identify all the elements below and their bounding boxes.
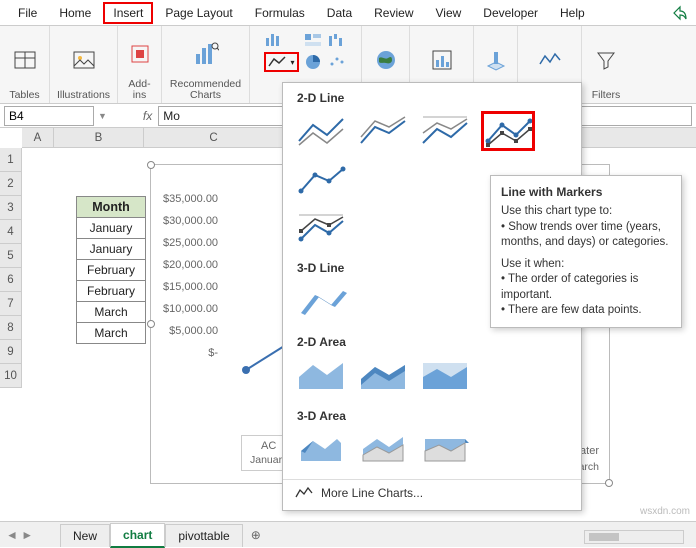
tab-help[interactable]: Help <box>550 2 595 24</box>
add-sheet-button[interactable]: ⊕ <box>243 524 269 546</box>
100stacked-area[interactable] <box>419 355 473 395</box>
more-line-charts[interactable]: More Line Charts... <box>283 479 581 502</box>
col-header-b[interactable]: B <box>54 128 144 147</box>
tab-formulas[interactable]: Formulas <box>245 2 315 24</box>
tab-pagelayout[interactable]: Page Layout <box>155 2 242 24</box>
3d-line[interactable] <box>295 281 349 321</box>
group-tables: Tables <box>0 26 50 103</box>
pivotchart-icon[interactable] <box>429 47 455 73</box>
horizontal-scrollbar[interactable] <box>584 530 684 544</box>
col-header-c[interactable]: C <box>144 128 284 147</box>
scatter-chart-icon[interactable] <box>327 52 347 72</box>
tab-insert[interactable]: Insert <box>103 2 153 24</box>
name-box[interactable] <box>4 106 94 126</box>
group-illustrations: Illustrations <box>50 26 118 103</box>
row-header[interactable]: 8 <box>0 316 22 340</box>
table-header-month: Month <box>77 197 146 218</box>
tab-developer[interactable]: Developer <box>473 2 548 24</box>
sheet-tabs: ◄ ► New chart pivottable ⊕ <box>0 521 696 547</box>
row-header[interactable]: 3 <box>0 196 22 220</box>
addins-icon[interactable] <box>127 41 153 67</box>
col-header-a[interactable]: A <box>22 128 54 147</box>
legend-item: ater <box>580 445 599 457</box>
line-chart-basic[interactable] <box>295 111 349 151</box>
table-cell[interactable]: March <box>77 302 146 323</box>
line-chart-100stacked[interactable] <box>419 111 473 151</box>
table-cell[interactable]: January <box>77 218 146 239</box>
table-data: Month January January February February … <box>76 196 146 344</box>
resize-handle[interactable] <box>605 479 613 487</box>
fx-icon[interactable]: fx <box>137 109 158 123</box>
area-chart[interactable] <box>295 355 349 395</box>
tables-icon[interactable] <box>12 47 38 73</box>
ribbon-tabs: File Home Insert Page Layout Formulas Da… <box>0 0 696 26</box>
chart-tooltip: Line with Markers Use this chart type to… <box>490 175 682 328</box>
sheet-nav[interactable]: ◄ ► <box>6 528 33 542</box>
filters-icon[interactable] <box>593 47 619 73</box>
col-chart-icon[interactable] <box>264 30 284 50</box>
tab-view[interactable]: View <box>426 2 472 24</box>
group-label: Filters <box>592 90 621 101</box>
reccharts-icon[interactable] <box>193 41 219 67</box>
row-header[interactable]: 10 <box>0 364 22 388</box>
illustrations-icon[interactable] <box>71 47 97 73</box>
3dmap-icon[interactable] <box>483 47 509 73</box>
row-header[interactable]: 2 <box>0 172 22 196</box>
row-header[interactable]: 5 <box>0 244 22 268</box>
sheet-tab-chart[interactable]: chart <box>110 523 165 548</box>
stacked-area[interactable] <box>357 355 411 395</box>
group-addins: Add- ins <box>118 26 162 103</box>
sheet-tab-new[interactable]: New <box>60 524 110 547</box>
group-label: Add- ins <box>128 79 150 101</box>
tooltip-title: Line with Markers <box>501 184 671 200</box>
section-2d-area: 2-D Area <box>297 335 581 349</box>
group-label: Illustrations <box>57 90 110 101</box>
waterfall-chart-icon[interactable] <box>327 30 347 50</box>
table-cell[interactable]: February <box>77 281 146 302</box>
resize-handle[interactable] <box>147 320 155 328</box>
share-icon[interactable] <box>664 1 696 25</box>
tab-file[interactable]: File <box>8 2 47 24</box>
group-label: Recommended Charts <box>170 79 241 101</box>
line-chart-stacked[interactable] <box>357 111 411 151</box>
sparklines-icon[interactable] <box>537 47 563 73</box>
row-headers: 1 2 3 4 5 6 7 8 9 10 <box>0 148 22 388</box>
more-charts-icon <box>295 486 313 500</box>
chart-y-axis: $35,000.00$30,000.00$25,000.00$20,000.00… <box>163 193 218 369</box>
maps-icon[interactable] <box>373 47 399 73</box>
tab-home[interactable]: Home <box>49 2 101 24</box>
row-header[interactable]: 6 <box>0 268 22 292</box>
resize-handle[interactable] <box>147 161 155 169</box>
table-cell[interactable]: January <box>77 239 146 260</box>
group-reccharts: Recommended Charts <box>162 26 250 103</box>
table-cell[interactable]: March <box>77 323 146 344</box>
3d-100stacked-area[interactable] <box>419 429 473 469</box>
line-with-markers[interactable] <box>481 111 535 151</box>
table-cell[interactable]: February <box>77 260 146 281</box>
row-header[interactable]: 1 <box>0 148 22 172</box>
sheet-tab-pivottable[interactable]: pivottable <box>165 524 242 547</box>
section-2d-line: 2-D Line <box>297 91 581 105</box>
3d-stacked-area[interactable] <box>357 429 411 469</box>
pie-chart-icon[interactable] <box>303 52 323 72</box>
3d-area[interactable] <box>295 429 349 469</box>
group-label: Tables <box>9 90 39 101</box>
row-header[interactable]: 9 <box>0 340 22 364</box>
tab-review[interactable]: Review <box>364 2 423 24</box>
hier-chart-icon[interactable] <box>303 30 323 50</box>
namebox-dropdown-icon[interactable]: ▼ <box>98 111 107 121</box>
group-filters: Filters <box>582 26 630 103</box>
watermark: wsxdn.com <box>640 506 690 517</box>
line-chart-dropdown[interactable]: ▾ <box>264 52 298 72</box>
stacked-line-markers[interactable] <box>295 159 349 199</box>
row-header[interactable]: 4 <box>0 220 22 244</box>
section-3d-area: 3-D Area <box>297 409 581 423</box>
tab-data[interactable]: Data <box>317 2 362 24</box>
row-header[interactable]: 7 <box>0 292 22 316</box>
100stacked-line-markers[interactable] <box>295 207 349 247</box>
